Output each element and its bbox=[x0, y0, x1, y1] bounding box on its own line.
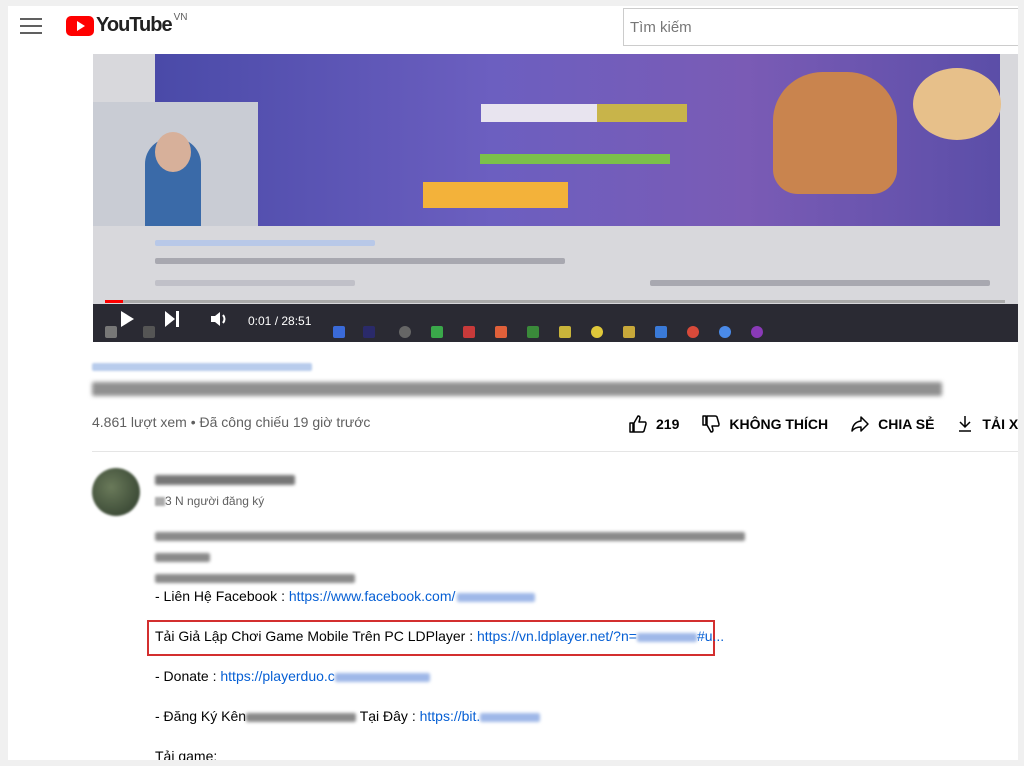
donate-link[interactable]: https://playerduo.c bbox=[220, 668, 334, 684]
ldplayer-label: Tải Giả Lập Chơi Game Mobile Trên PC LDP… bbox=[155, 628, 477, 644]
ldplayer-line: Tải Giả Lập Chơi Game Mobile Trên PC LDP… bbox=[155, 628, 724, 644]
game-character bbox=[773, 72, 897, 194]
taskbar-icon bbox=[623, 326, 635, 338]
video-player[interactable]: 0:01 / 28:51 bbox=[93, 54, 1018, 342]
channel-name-blurred[interactable] bbox=[155, 475, 295, 485]
taskbar-icon bbox=[527, 326, 539, 338]
like-button[interactable]: 219 bbox=[628, 414, 679, 434]
dislike-label: KHÔNG THÍCH bbox=[729, 416, 829, 432]
blurred-line bbox=[155, 574, 355, 583]
channel-avatar[interactable] bbox=[92, 468, 140, 516]
subscribe-label-end: Tại Đây : bbox=[356, 708, 420, 724]
chrome-icon bbox=[719, 326, 731, 338]
taskbar-icon bbox=[655, 326, 667, 338]
like-count: 219 bbox=[656, 416, 680, 432]
player-controls: 0:01 / 28:51 bbox=[93, 304, 1018, 342]
hashtags-blurred[interactable] bbox=[92, 363, 312, 371]
download-label: TẢI XU bbox=[982, 416, 1018, 432]
blurred-link bbox=[457, 592, 536, 602]
donate-label: - Donate : bbox=[155, 668, 221, 684]
youtube-logo[interactable]: YouTube VN bbox=[66, 12, 188, 37]
taskbar-icon bbox=[463, 326, 475, 338]
taskbar-icon bbox=[559, 326, 571, 338]
ldplayer-link-start: https://vn.ldplayer.net/?n= bbox=[476, 628, 637, 644]
progress-bar[interactable] bbox=[105, 300, 1005, 303]
share-arrow-icon bbox=[851, 416, 869, 432]
blurred-line bbox=[650, 280, 990, 286]
taskbar-icon bbox=[591, 326, 603, 338]
blurred-text bbox=[246, 712, 357, 722]
download-button[interactable]: TẢI XU bbox=[956, 414, 1018, 434]
taskbar-icon bbox=[399, 326, 411, 338]
blurred-line bbox=[155, 553, 210, 562]
logo-text: YouTube bbox=[96, 14, 173, 36]
youtube-play-logo-icon bbox=[66, 15, 94, 36]
thumbs-up-icon bbox=[629, 415, 647, 433]
download-icon bbox=[959, 416, 972, 432]
download-game-line: Tải game: bbox=[155, 748, 218, 760]
taskbar-icon bbox=[431, 326, 443, 338]
facebook-label: - Liên Hệ Facebook : bbox=[155, 588, 289, 604]
share-label: CHIA SẺ bbox=[878, 416, 935, 432]
view-count-date: 4.861 lượt xem • Đã công chiếu 19 giờ tr… bbox=[92, 414, 371, 430]
thumbs-down-icon bbox=[702, 415, 721, 433]
blurred-link bbox=[334, 672, 430, 682]
taskbar-icon bbox=[687, 326, 699, 338]
blurred-line bbox=[155, 280, 355, 286]
share-button[interactable]: CHIA SẺ bbox=[850, 414, 934, 434]
taskbar-icon bbox=[751, 326, 763, 338]
facebook-link[interactable]: https://www.facebook.com/ bbox=[289, 588, 456, 604]
blurred-digits bbox=[155, 497, 165, 507]
game-brand-logo bbox=[423, 182, 568, 208]
embedded-page-blur bbox=[155, 232, 1000, 302]
taskbar-icons bbox=[93, 322, 1018, 342]
game-banner-accent bbox=[597, 104, 687, 122]
blurred-line bbox=[155, 240, 375, 246]
section-divider bbox=[92, 451, 1018, 452]
photoshop-icon bbox=[363, 326, 375, 338]
brave-icon bbox=[495, 326, 507, 338]
taskbar-icon bbox=[333, 326, 345, 338]
donate-line: - Donate : https://playerduo.c bbox=[155, 668, 430, 684]
game-progress-bar bbox=[480, 154, 670, 164]
video-title-blurred bbox=[92, 382, 942, 396]
hamburger-menu-icon[interactable] bbox=[20, 16, 42, 36]
subscribe-link[interactable]: https://bit. bbox=[420, 708, 481, 724]
subscriber-count: 3 N người đăng ký bbox=[155, 494, 264, 508]
blurred-line bbox=[155, 532, 745, 541]
video-frame bbox=[155, 54, 1001, 226]
game-badge bbox=[913, 68, 1001, 140]
country-code: VN bbox=[173, 12, 188, 23]
video-actions: 219 KHÔNG THÍCH CHIA SẺ TẢI XU bbox=[628, 414, 1018, 434]
facebook-line: - Liên Hệ Facebook : https://www.faceboo… bbox=[155, 588, 536, 604]
search-input[interactable] bbox=[623, 8, 1018, 46]
progress-fill bbox=[105, 300, 123, 303]
youtube-watch-page: YouTube VN Tìm kiếm 0:01 / 28:51 4.861 l… bbox=[8, 6, 1018, 760]
subscribe-line: - Đăng Ký Kên Tại Đây : https://bit. bbox=[155, 708, 541, 724]
ldplayer-link-end: #u... bbox=[696, 628, 725, 644]
ldplayer-link[interactable]: https://vn.ldplayer.net/?n= #u... bbox=[477, 628, 724, 644]
dislike-button[interactable]: KHÔNG THÍCH bbox=[701, 414, 828, 434]
blurred-link bbox=[480, 712, 541, 722]
taskbar-icon bbox=[143, 326, 155, 338]
streamer-webcam bbox=[93, 102, 258, 226]
subscribe-label: - Đăng Ký Kên bbox=[155, 708, 247, 724]
blurred-link bbox=[636, 632, 697, 642]
subscriber-text: 3 N người đăng ký bbox=[165, 494, 265, 508]
streamer-head bbox=[155, 132, 191, 172]
blurred-line bbox=[155, 258, 565, 264]
windows-start-icon bbox=[105, 326, 117, 338]
